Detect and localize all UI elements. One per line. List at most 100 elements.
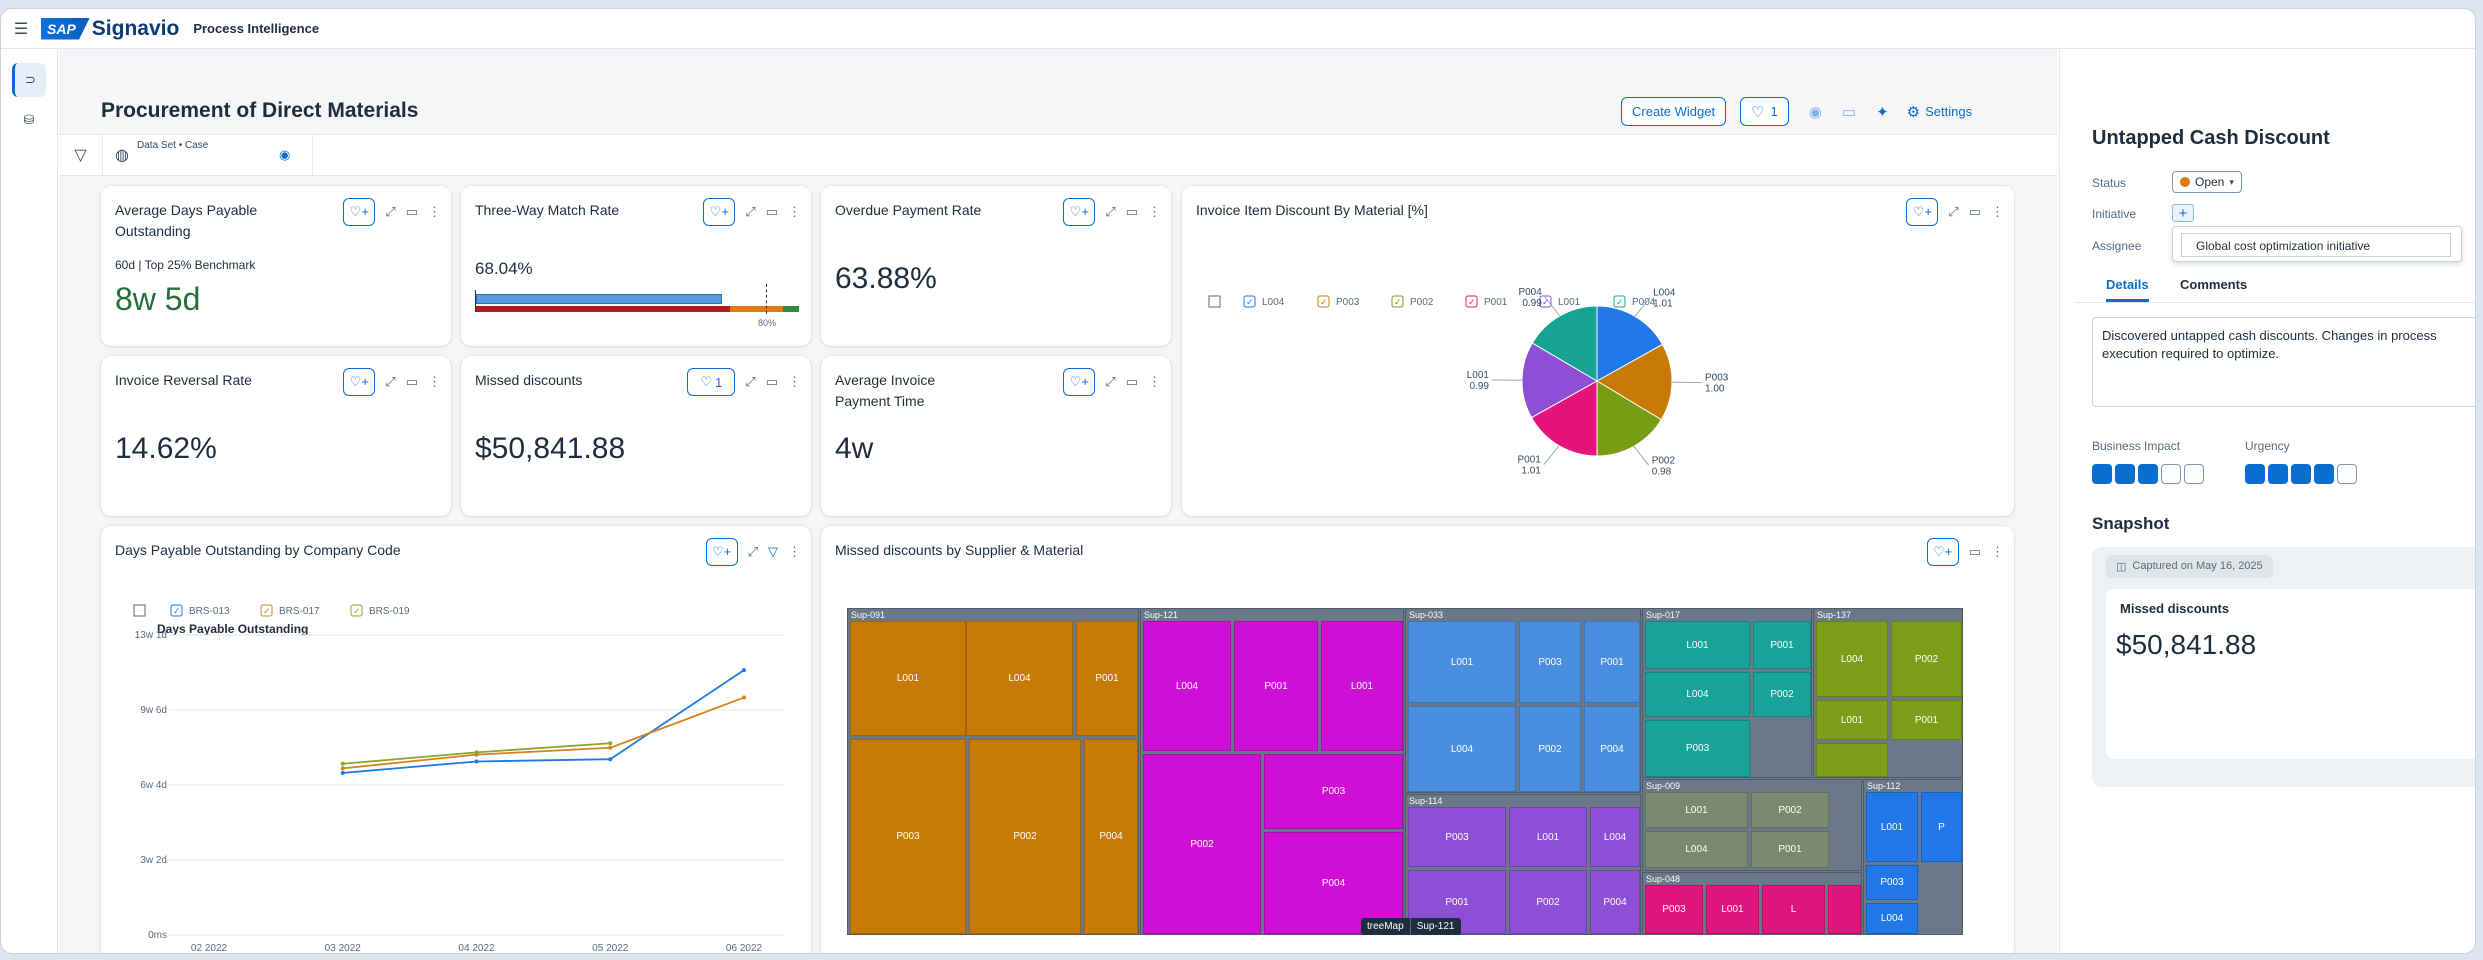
treemap-cell[interactable]: L004 bbox=[1408, 706, 1516, 792]
print-icon[interactable]: ▭ bbox=[766, 374, 778, 390]
treemap-cell[interactable]: L004 bbox=[966, 621, 1073, 736]
more-icon[interactable]: ⋮ bbox=[428, 204, 441, 220]
treemap-supplier-Sup-033[interactable]: Sup-033 L001 P003 P001 L004 P002 P004 bbox=[1405, 608, 1641, 793]
ai-sparkle-icon[interactable]: ✦ bbox=[1876, 103, 1889, 121]
visibility-icon[interactable]: ◉ bbox=[279, 147, 290, 163]
rating-box[interactable] bbox=[2161, 464, 2181, 484]
rating-box[interactable] bbox=[2291, 464, 2311, 484]
initiative-option[interactable]: Global cost optimization initiative bbox=[2181, 233, 2451, 257]
expand-icon[interactable]: ⤢ bbox=[385, 374, 395, 390]
treemap-cell[interactable]: P003 bbox=[1408, 807, 1506, 867]
more-icon[interactable]: ⋮ bbox=[428, 374, 441, 390]
rating-box[interactable] bbox=[2245, 464, 2265, 484]
treemap-cell[interactable]: P003 bbox=[1519, 621, 1581, 703]
treemap-cell[interactable]: L001 bbox=[1408, 621, 1516, 703]
insight-add-button[interactable]: ♡+ bbox=[1926, 538, 1959, 566]
rating-box[interactable] bbox=[2138, 464, 2158, 484]
print-icon[interactable]: ▭ bbox=[1126, 204, 1138, 220]
insight-add-button[interactable]: ♡+ bbox=[343, 198, 376, 226]
urgency-rating[interactable] bbox=[2245, 464, 2357, 484]
expand-icon[interactable]: ⤢ bbox=[745, 374, 755, 390]
filter-icon[interactable]: ▽ bbox=[59, 134, 103, 176]
more-icon[interactable]: ⋮ bbox=[788, 374, 801, 390]
treemap-cell[interactable]: P001 bbox=[1076, 621, 1138, 736]
more-icon[interactable]: ⋮ bbox=[1148, 204, 1161, 220]
treemap-cell[interactable]: L001 bbox=[850, 621, 966, 736]
treemap-cell[interactable]: P002 bbox=[1753, 672, 1811, 717]
treemap-cell[interactable]: L001 bbox=[1645, 621, 1750, 669]
treemap-cell[interactable]: L004 bbox=[1866, 903, 1918, 934]
treemap-cell[interactable]: P004 bbox=[1590, 870, 1640, 934]
treemap-cell[interactable]: P002 bbox=[969, 739, 1081, 934]
menu-icon[interactable]: ☰ bbox=[1, 9, 41, 49]
treemap-supplier-Sup-137[interactable]: Sup-137 L004 P002 L001 P001 bbox=[1813, 608, 1963, 778]
rating-box[interactable] bbox=[2337, 464, 2357, 484]
details-textarea[interactable]: Discovered untapped cash discounts. Chan… bbox=[2092, 317, 2475, 407]
rating-box[interactable] bbox=[2184, 464, 2204, 484]
insight-add-button[interactable]: ♡+ bbox=[1063, 368, 1096, 396]
treemap-cell[interactable]: L004 bbox=[1143, 621, 1231, 751]
treemap-cell[interactable]: L004 bbox=[1816, 621, 1888, 697]
treemap-cell[interactable]: P003 bbox=[1264, 754, 1403, 829]
treemap-cell[interactable]: P001 bbox=[1751, 831, 1829, 868]
rating-box[interactable] bbox=[2268, 464, 2288, 484]
expand-icon[interactable]: ⤢ bbox=[385, 204, 395, 220]
insight-add-button[interactable]: ♡+ bbox=[1063, 198, 1096, 226]
rating-box[interactable] bbox=[2115, 464, 2135, 484]
treemap-supplier-Sup-091[interactable]: Sup-091 L001 L004 P001 P003 P002 P004 bbox=[847, 608, 1139, 935]
treemap-cell[interactable]: P002 bbox=[1519, 706, 1581, 792]
treemap-cell[interactable]: L001 bbox=[1321, 621, 1403, 751]
business-impact-rating[interactable] bbox=[2092, 464, 2204, 484]
insight-add-button[interactable]: ♡+ bbox=[705, 538, 738, 566]
print-icon[interactable]: ▭ bbox=[1842, 103, 1856, 121]
tab-details[interactable]: Details bbox=[2106, 277, 2149, 302]
insights-button[interactable]: ♡ 1 bbox=[1740, 97, 1789, 126]
treemap-cell[interactable]: L004 bbox=[1590, 807, 1640, 867]
print-icon[interactable]: ▭ bbox=[1126, 374, 1138, 390]
expand-icon[interactable]: ⤢ bbox=[745, 204, 755, 220]
treemap-cell[interactable]: P001 bbox=[1753, 621, 1811, 669]
treemap-cell[interactable]: L001 bbox=[1816, 700, 1888, 740]
more-icon[interactable]: ⋮ bbox=[1148, 374, 1161, 390]
treemap-supplier-Sup-121[interactable]: Sup-121 L004 P001 L001 P002 P003 P004 bbox=[1140, 608, 1404, 935]
more-icon[interactable]: ⋮ bbox=[788, 544, 801, 560]
treemap-cell[interactable]: P003 bbox=[850, 739, 966, 934]
insight-add-button[interactable]: ♡+ bbox=[343, 368, 376, 396]
treemap-cell[interactable]: P004 bbox=[1584, 706, 1640, 792]
treemap-cell[interactable]: P003 bbox=[1645, 885, 1703, 934]
treemap-supplier-Sup-017[interactable]: Sup-017 L001 P001 L004 P002 P003 bbox=[1642, 608, 1812, 778]
expand-icon[interactable]: ⤢ bbox=[748, 544, 758, 560]
treemap-cell[interactable]: L001 bbox=[1509, 807, 1587, 867]
print-icon[interactable]: ▭ bbox=[1969, 544, 1981, 560]
tab-comments[interactable]: Comments bbox=[2180, 277, 2247, 292]
treemap-cell[interactable] bbox=[1828, 885, 1861, 934]
treemap-supplier-Sup-112[interactable]: Sup-112 L001 P P003 L004 bbox=[1863, 779, 1963, 935]
add-initiative-button[interactable]: + bbox=[2172, 204, 2194, 222]
treemap-cell[interactable]: L004 bbox=[1645, 672, 1750, 717]
treemap-cell[interactable]: P001 bbox=[1891, 700, 1962, 740]
expand-icon[interactable]: ⤢ bbox=[1105, 204, 1115, 220]
insight-add-button[interactable]: ♡+ bbox=[703, 198, 736, 226]
create-widget-button[interactable]: Create Widget bbox=[1621, 97, 1727, 126]
eye-icon[interactable]: ◉ bbox=[1809, 103, 1822, 121]
expand-icon[interactable]: ⤢ bbox=[1105, 374, 1115, 390]
treemap-cell[interactable]: P bbox=[1921, 792, 1962, 862]
treemap-cell[interactable]: L004 bbox=[1645, 831, 1748, 868]
settings-button[interactable]: ⚙ Settings bbox=[1907, 103, 1972, 121]
insight-button[interactable]: ♡ 1 bbox=[687, 368, 736, 396]
treemap-cell[interactable]: L001 bbox=[1706, 885, 1759, 934]
treemap-cell[interactable]: P002 bbox=[1143, 754, 1261, 934]
treemap-cell[interactable] bbox=[1816, 743, 1888, 777]
treemap-cell[interactable]: P001 bbox=[1584, 621, 1640, 703]
treemap-cell[interactable]: L bbox=[1762, 885, 1825, 934]
rating-box[interactable] bbox=[2092, 464, 2112, 484]
print-icon[interactable]: ▭ bbox=[766, 204, 778, 220]
process-nav-icon[interactable]: ⊃ bbox=[12, 63, 46, 97]
treemap-cell[interactable]: P002 bbox=[1509, 870, 1587, 934]
treemap-cell[interactable]: P004 bbox=[1084, 739, 1138, 934]
database-nav-icon[interactable]: ⛁ bbox=[12, 103, 46, 137]
treemap-supplier-Sup-009[interactable]: Sup-009 L001 P002 L004 P001 bbox=[1642, 779, 1862, 871]
filter-icon[interactable]: ▽ bbox=[768, 544, 778, 560]
treemap-cell[interactable]: L001 bbox=[1645, 792, 1748, 828]
treemap-cell[interactable]: P002 bbox=[1891, 621, 1962, 697]
